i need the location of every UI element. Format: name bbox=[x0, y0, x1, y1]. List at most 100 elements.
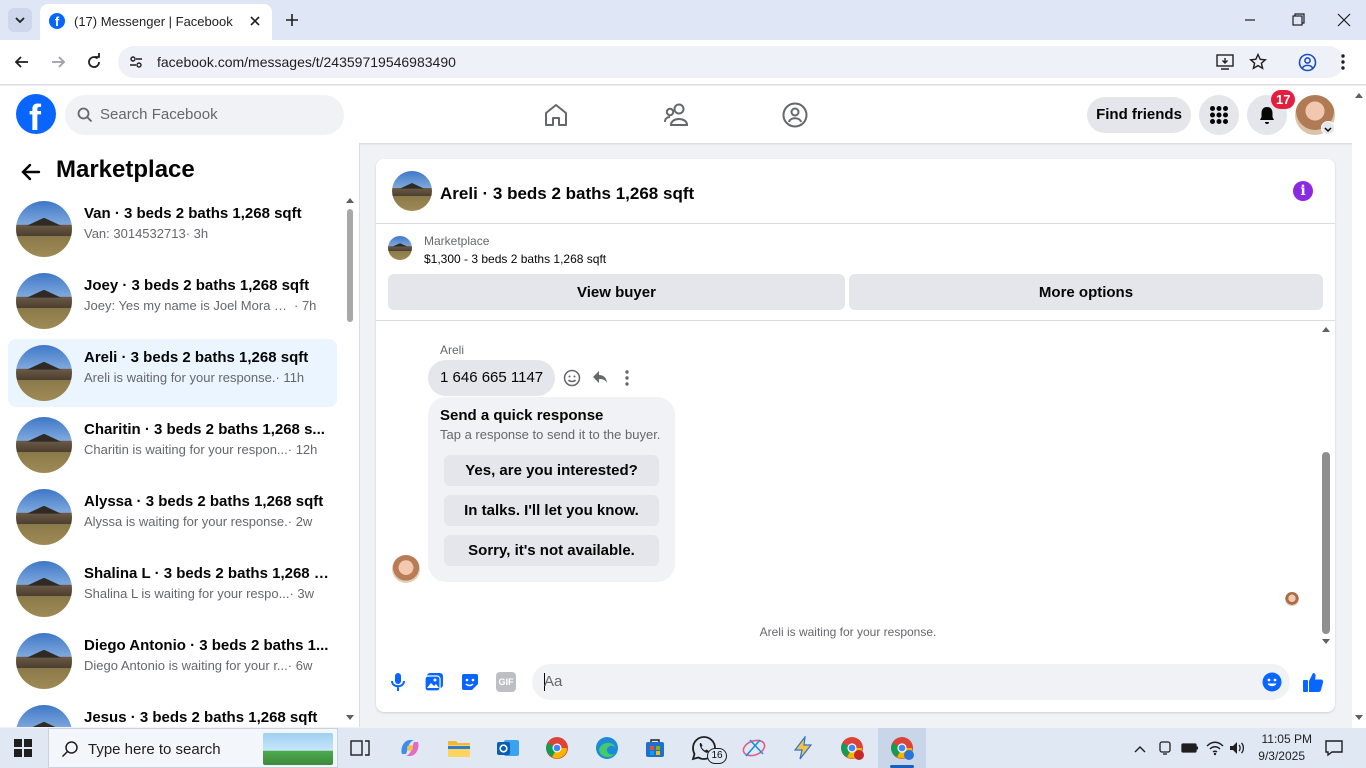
chat-scrollbar[interactable] bbox=[1320, 324, 1332, 649]
show-hidden-icons[interactable] bbox=[1133, 742, 1147, 754]
clock-time[interactable]: 11:05 PM bbox=[1250, 732, 1312, 746]
conversation-item[interactable]: Van · 3 beds 2 baths 1,268 sqft Van: 3014… bbox=[8, 195, 337, 263]
conversation-item[interactable]: Alyssa · 3 beds 2 baths 1,268 sqft Alyssa… bbox=[8, 483, 337, 551]
quick-response-option[interactable]: Yes, are you interested? bbox=[444, 455, 659, 486]
minimize-button[interactable] bbox=[1240, 12, 1260, 28]
omnibox[interactable]: facebook.com/messages/t/2435971954698349… bbox=[118, 46, 1344, 78]
outlook-icon[interactable] bbox=[494, 734, 522, 762]
more-actions-icon[interactable] bbox=[624, 369, 630, 387]
sticker-icon[interactable] bbox=[460, 672, 480, 692]
conversation-time: · 2w bbox=[287, 514, 313, 529]
quick-response-option[interactable]: In talks. I'll let you know. bbox=[444, 495, 659, 526]
store-icon[interactable] bbox=[641, 734, 669, 762]
meet-now-icon[interactable] bbox=[1158, 740, 1172, 756]
tab-close-icon[interactable] bbox=[246, 12, 264, 30]
notification-center-icon[interactable] bbox=[1324, 739, 1344, 757]
groups-nav-icon[interactable] bbox=[781, 101, 809, 129]
listing-thumbnail[interactable] bbox=[388, 236, 412, 260]
home-nav-icon[interactable] bbox=[543, 102, 569, 128]
back-arrow-icon[interactable] bbox=[20, 161, 42, 183]
conversation-name: Joey · 3 beds 2 baths 1,268 sqft bbox=[84, 277, 310, 294]
copilot-icon[interactable] bbox=[396, 734, 424, 762]
new-tab-button[interactable] bbox=[282, 10, 302, 30]
conversation-time: · 12h bbox=[287, 442, 318, 457]
listing-description: $1,300 - 3 beds 2 baths 1,268 sqft bbox=[424, 252, 607, 266]
power-automate-icon[interactable] bbox=[789, 734, 817, 762]
back-button[interactable] bbox=[12, 52, 32, 72]
browser-tab-active[interactable]: f (17) Messenger | Facebook bbox=[40, 4, 272, 40]
edge-icon[interactable] bbox=[593, 734, 621, 762]
list-scrollbar[interactable] bbox=[344, 193, 356, 723]
reload-icon bbox=[88, 53, 100, 68]
chrome-active-icon[interactable] bbox=[888, 734, 916, 762]
volume-icon[interactable] bbox=[1228, 740, 1246, 756]
view-buyer-button[interactable]: View buyer bbox=[388, 274, 845, 310]
forward-button[interactable] bbox=[48, 52, 68, 72]
chrome-icon[interactable] bbox=[543, 734, 571, 762]
conversation-time: · 7h bbox=[294, 298, 317, 313]
restore-button[interactable] bbox=[1287, 12, 1307, 28]
tab-search-button[interactable] bbox=[8, 8, 32, 32]
conversation-item[interactable]: Diego Antonio · 3 beds 2 baths 1... Diego… bbox=[8, 627, 337, 695]
chat-header-avatar[interactable] bbox=[392, 171, 432, 211]
friends-nav-icon[interactable] bbox=[663, 102, 691, 128]
gif-icon[interactable]: GIF bbox=[496, 672, 516, 692]
find-friends-button[interactable]: Find friends bbox=[1087, 97, 1191, 133]
message-input[interactable]: Aa bbox=[532, 664, 1290, 700]
conversation-item[interactable]: Joey · 3 beds 2 baths 1,268 sqft Joey: Ye… bbox=[8, 267, 337, 335]
page-scrollbar[interactable] bbox=[1352, 86, 1366, 728]
facebook-header: f Search Facebook Find friends 17 bbox=[0, 86, 1366, 143]
emoji-icon[interactable] bbox=[1262, 672, 1282, 692]
wifi-icon[interactable] bbox=[1206, 740, 1224, 756]
photo-icon[interactable] bbox=[424, 672, 444, 692]
conversation-item[interactable]: Shalina L · 3 beds 2 baths 1,268 s... Sha… bbox=[8, 555, 337, 623]
conversation-snippet: Alyssa is waiting for your response. bbox=[84, 514, 288, 529]
message-bubble[interactable]: 1 646 665 1147 bbox=[428, 360, 556, 396]
sender-avatar[interactable] bbox=[392, 555, 420, 583]
snipping-tool-icon[interactable] bbox=[740, 734, 768, 762]
info-icon[interactable]: i bbox=[1293, 181, 1313, 201]
search-icon bbox=[77, 107, 93, 123]
bookmark-star-icon[interactable] bbox=[1249, 52, 1267, 71]
taskbar-search-box[interactable]: Type here to search bbox=[48, 728, 338, 768]
battery-icon[interactable] bbox=[1181, 741, 1199, 755]
microphone-icon[interactable] bbox=[390, 672, 406, 692]
browser-menu-icon[interactable] bbox=[1339, 52, 1347, 72]
task-view-icon[interactable] bbox=[346, 734, 374, 762]
arrow-left-icon bbox=[14, 56, 28, 68]
listing-avatar bbox=[16, 489, 72, 545]
reload-button[interactable] bbox=[84, 52, 104, 72]
more-options-button[interactable]: More options bbox=[849, 274, 1323, 310]
listing-avatar bbox=[16, 273, 72, 329]
conversation-name: Diego Antonio · 3 beds 2 baths 1... bbox=[84, 637, 329, 654]
start-button[interactable] bbox=[14, 739, 32, 757]
listing-avatar bbox=[16, 345, 72, 401]
close-window-button[interactable] bbox=[1334, 12, 1354, 28]
thumbs-up-icon[interactable] bbox=[1302, 671, 1324, 693]
conversation-snippet: Areli is waiting for your response. bbox=[84, 370, 276, 385]
react-emoji-icon[interactable] bbox=[563, 369, 581, 387]
chrome-profile-icon[interactable] bbox=[838, 734, 866, 762]
account-chevron-icon[interactable] bbox=[1321, 121, 1335, 135]
facebook-search-box[interactable]: Search Facebook bbox=[65, 95, 344, 135]
menu-button[interactable] bbox=[1199, 95, 1239, 135]
conversation-item[interactable]: Areli · 3 beds 2 baths 1,268 sqft Areli i… bbox=[8, 339, 337, 407]
clock-date[interactable]: 9/3/2025 bbox=[1250, 749, 1305, 763]
chat-title[interactable]: Areli · 3 beds 2 baths 1,268 sqft bbox=[440, 184, 694, 204]
search-icon bbox=[61, 740, 79, 758]
reply-icon[interactable] bbox=[591, 368, 609, 386]
chevron-down-icon bbox=[15, 17, 25, 24]
header-divider bbox=[376, 223, 1335, 224]
install-app-icon[interactable] bbox=[1216, 53, 1234, 71]
conversation-item[interactable]: Charitin · 3 beds 2 baths 1,268 s... Char… bbox=[8, 411, 337, 479]
conversation-list-panel: Marketplace Van · 3 beds 2 baths 1,268 s… bbox=[0, 143, 360, 727]
site-info-icon[interactable] bbox=[128, 54, 144, 70]
quick-response-option[interactable]: Sorry, it's not available. bbox=[444, 535, 659, 566]
listing-divider bbox=[376, 320, 1335, 321]
file-explorer-icon[interactable] bbox=[445, 734, 473, 762]
profile-icon[interactable] bbox=[1298, 53, 1317, 72]
plus-icon bbox=[286, 14, 298, 26]
conversation-item[interactable]: Jesus · 3 beds 2 baths 1,268 sqft bbox=[8, 699, 337, 727]
conversation-name: Areli · 3 beds 2 baths 1,268 sqft bbox=[84, 349, 309, 366]
facebook-logo-icon[interactable]: f bbox=[16, 94, 56, 134]
